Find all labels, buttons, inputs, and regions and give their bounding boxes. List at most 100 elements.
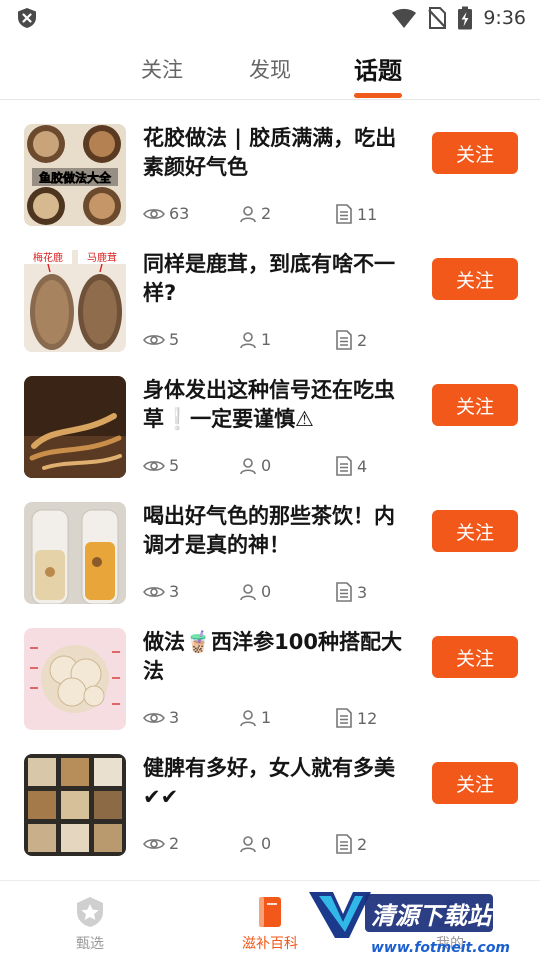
watermark-text: 清源下载站 [371,902,495,930]
member-count: 1 [239,708,271,727]
active-tab-indicator [354,93,402,98]
view-count-value: 5 [169,456,180,475]
book-icon [259,897,281,927]
nav-item-encyclopedia[interactable]: 滋补百科 [225,895,315,953]
document-icon [336,204,352,224]
follow-button[interactable]: 关注 [432,636,518,678]
member-count: 0 [239,456,271,475]
eye-icon [143,208,165,219]
member-count-value: 2 [261,204,272,223]
post-count-value: 3 [357,582,368,602]
document-icon [336,330,352,350]
eye-icon [143,586,165,597]
document-icon [336,834,352,854]
shield-icon [18,8,36,28]
topic-item[interactable]: 健脾有多好，女人就有多美✔✔ 关注 2 0 2 [0,730,540,856]
user-icon [240,709,256,726]
document-icon [336,582,352,602]
wifi-icon [392,8,417,28]
view-count: 2 [143,834,179,853]
post-count: 3 [335,582,367,602]
eye-icon [143,712,165,723]
document-icon [336,708,352,728]
topic-title[interactable]: 健脾有多好，女人就有多美✔✔ [143,754,405,812]
follow-button[interactable]: 关注 [432,384,518,426]
topic-title[interactable]: 同样是鹿茸，到底有啥不一样? [143,250,405,308]
member-count-value: 0 [261,456,272,475]
view-count-value: 2 [169,834,180,853]
watermark-url: www.fotmeit.com [371,940,510,956]
post-count: 11 [335,204,377,224]
eye-icon [143,838,165,849]
view-count-value: 3 [169,582,180,601]
follow-button[interactable]: 关注 [432,762,518,804]
tab-following[interactable]: 关注 [141,54,183,84]
post-count: 12 [335,708,377,728]
topic-thumbnail [24,376,126,478]
member-count: 2 [239,204,271,223]
post-count-value: 2 [357,834,368,854]
member-count-value: 0 [261,582,272,601]
view-count: 63 [143,204,189,223]
topic-item[interactable]: 梅花鹿 马鹿茸 同样是鹿茸，到底有啥不一样? 关注 5 1 2 [0,226,540,352]
topic-item[interactable]: 身体发出这种信号还在吃虫草❕一定要谨慎⚠ 关注 5 0 4 [0,352,540,478]
post-count: 4 [335,456,367,476]
topic-thumbnail: 梅花鹿 马鹿茸 [24,250,126,352]
topic-title[interactable]: 花胶做法 | 胶质满满，吃出素颜好气色 [143,124,405,182]
follow-button[interactable]: 关注 [432,510,518,552]
post-count-value: 12 [357,708,378,728]
member-count-value: 0 [261,834,272,853]
no-sim-icon [428,7,447,29]
eye-icon [143,334,165,345]
top-tabs: 关注 发现 话题 [0,48,540,98]
topic-item[interactable]: 鱼胶做法大全 花胶做法 | 胶质满满，吃出素颜好气色 关注 63 2 11 [0,100,540,226]
post-count: 2 [335,834,367,854]
topic-list: 鱼胶做法大全 花胶做法 | 胶质满满，吃出素颜好气色 关注 63 2 11 梅花… [0,100,540,856]
eye-icon [143,460,165,471]
member-count: 0 [239,834,271,853]
thumbnail-caption: 鱼胶做法大全 [39,170,112,185]
view-count: 5 [143,330,179,349]
topic-title[interactable]: 身体发出这种信号还在吃虫草❕一定要谨慎⚠ [143,376,405,434]
tab-discover[interactable]: 发现 [249,54,291,84]
topic-thumbnail [24,754,126,856]
thumbnail-caption: 梅花鹿 [33,251,63,264]
topic-title[interactable]: 做法🧋西洋参100种搭配大法 [143,628,405,686]
badge-star-icon [77,897,103,927]
nav-item-featured[interactable]: 甄选 [45,895,135,953]
battery-charging-icon [458,6,473,30]
member-count: 1 [239,330,271,349]
view-count: 5 [143,456,179,475]
clock-time: 9:36 [483,7,526,29]
user-icon [240,835,256,852]
view-count: 3 [143,708,179,727]
watermark-logo: 清源下载站 www.fotmeit.com [309,892,510,956]
topic-thumbnail [24,502,126,604]
post-count-value: 4 [357,456,368,476]
user-icon [240,205,256,222]
user-icon [240,457,256,474]
topic-title[interactable]: 喝出好气色的那些茶饮！内调才是真的神！ [143,502,405,560]
topic-item[interactable]: 做法🧋西洋参100种搭配大法 关注 3 1 12 [0,604,540,730]
post-count-value: 11 [357,204,378,224]
nav-label: 甄选 [76,936,104,952]
tab-topics[interactable]: 话题 [354,51,402,86]
user-icon [240,583,256,600]
follow-button[interactable]: 关注 [432,258,518,300]
status-bar: 9:36 [0,0,540,36]
member-count-value: 1 [261,330,272,349]
view-count: 3 [143,582,179,601]
topic-thumbnail [24,628,126,730]
post-count-value: 2 [357,330,368,350]
member-count-value: 1 [261,708,272,727]
nav-label: 滋补百科 [242,936,298,952]
thumbnail-caption: 马鹿茸 [87,251,117,264]
view-count-value: 3 [169,708,180,727]
topic-thumbnail: 鱼胶做法大全 [24,124,126,226]
document-icon [336,456,352,476]
topic-item[interactable]: 喝出好气色的那些茶饮！内调才是真的神！ 关注 3 0 3 [0,478,540,604]
view-count-value: 63 [169,204,190,223]
user-icon [240,331,256,348]
follow-button[interactable]: 关注 [432,132,518,174]
post-count: 2 [335,330,367,350]
